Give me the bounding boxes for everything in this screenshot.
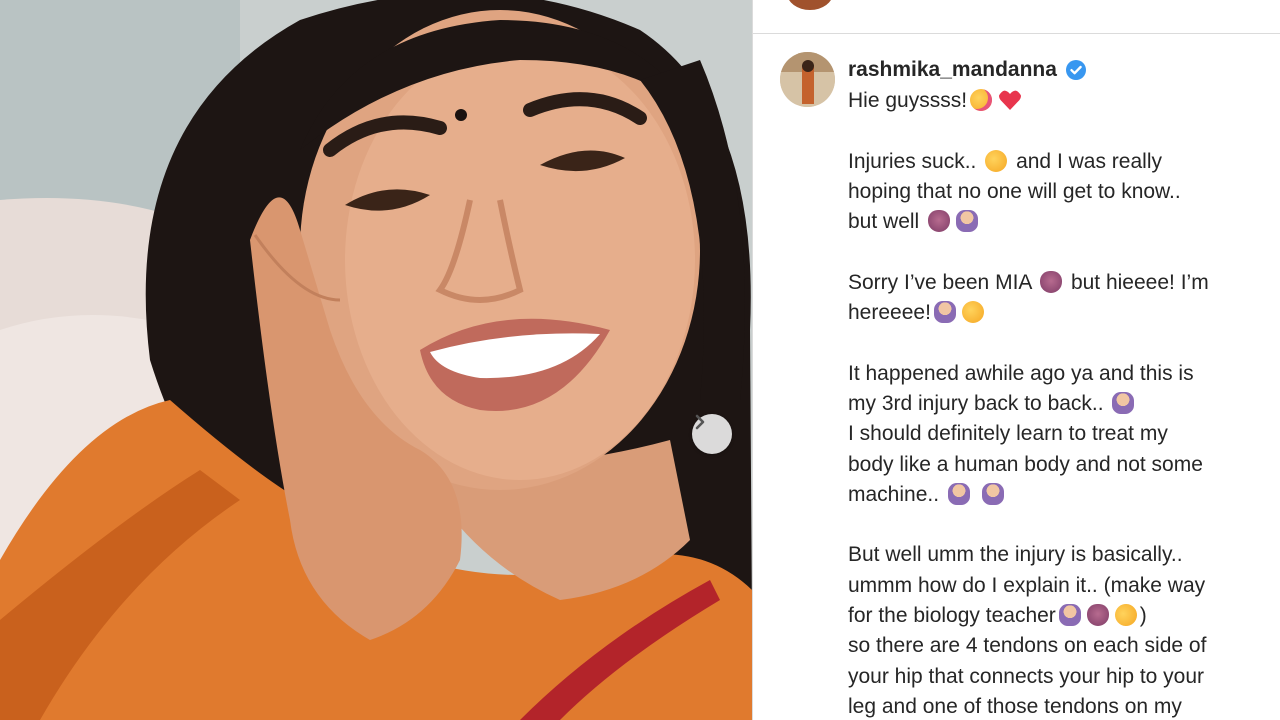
caption-line: Hie guyssss! [848,86,1268,116]
post-photo [0,0,752,720]
caption-line: hoping that no one will get to know.. [848,179,1181,203]
caption-line: Injuries suck.. and I was really [848,149,1162,173]
caption-line: leg and one of those tendons on my [848,694,1182,718]
caption-line: I should definitely learn to treat my [848,422,1168,446]
caption-line: ummm how do I explain it.. (make way [848,573,1206,597]
chevron-right-icon [695,414,705,430]
post-caption: Hie guyssss! Injuries suck.. and I was r… [848,86,1268,720]
caption-line: so there are 4 tendons on each side of [848,634,1207,658]
caption-line: But well umm the injury is basically.. [848,543,1183,567]
post-header-strip [753,0,1280,34]
post-media[interactable] [0,0,752,720]
person-gesturing-no-icon [981,482,1004,505]
caption-line: body like a human body and not some [848,452,1203,476]
avatar[interactable] [780,52,835,107]
caption-line: hereeee! [848,298,1268,328]
header-avatar[interactable] [785,0,835,12]
person-shrugging-icon [956,210,979,233]
person-raising-hand-icon [1058,604,1081,627]
verified-badge-icon [1065,60,1086,80]
red-heart-icon [999,90,1022,110]
next-media-button[interactable] [692,414,732,454]
caption-line: but well [848,207,1268,237]
person-facepalming-icon [947,482,970,505]
username: rashmika_mandanna [848,58,1057,81]
caption-line: for the biology teacher) [848,600,1268,631]
see-no-evil-monkey-icon [1040,270,1063,293]
caption-line: Sorry I’ve been MIA but hieeee! I’m [848,270,1209,294]
person-raising-hand-icon [933,301,956,324]
caption-line: my 3rd injury back to back.. [848,389,1268,419]
person-facepalming-icon [1112,391,1135,414]
caption-line: It happened awhile ago ya and this is [848,361,1194,385]
see-no-evil-monkey-icon [928,210,951,233]
caption-line: machine.. [848,480,1268,510]
username-link[interactable]: rashmika_mandanna [848,58,1087,82]
avatar-image [780,52,835,107]
see-no-evil-monkey-icon [1086,604,1109,627]
face-with-steam-icon [985,149,1008,172]
rolling-laughing-icon [1111,600,1140,630]
grinning-face-icon [961,301,984,324]
post-details: rashmika_mandanna Hie guyssss! Injuries … [753,0,1280,720]
caption-line: your hip that connects your hip to your [848,664,1205,688]
smiling-face-with-hearts-icon [970,89,993,111]
